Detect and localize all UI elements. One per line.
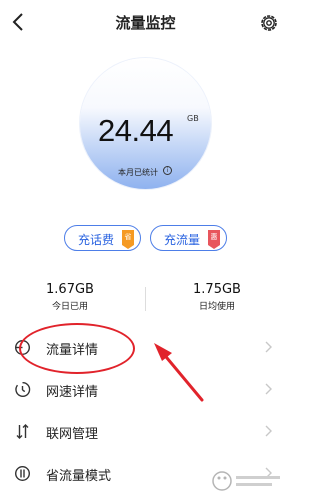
- daily-avg-value: 1.75GB: [193, 282, 241, 297]
- chevron-right-icon: [265, 383, 272, 395]
- save-data-icon: [14, 465, 31, 482]
- gear-icon[interactable]: [259, 13, 279, 33]
- recharge-call-button[interactable]: 充话费 省: [64, 225, 141, 251]
- chevron-right-icon: [265, 425, 272, 437]
- menu-item-label: 省流量模式: [46, 469, 112, 484]
- recharge-call-label: 充话费: [78, 233, 115, 247]
- discount-tag-badge: 惠: [208, 230, 220, 249]
- monthly-usage-value: 24.44: [98, 113, 174, 148]
- info-icon[interactable]: i: [163, 166, 172, 175]
- updown-arrows-icon: [16, 424, 29, 439]
- recharge-data-button[interactable]: 充流量 惠: [150, 225, 227, 251]
- today-usage-label: 今日已用: [51, 302, 88, 312]
- stats-divider: [145, 287, 146, 311]
- today-usage-value: 1.67GB: [46, 282, 94, 297]
- save-tag-badge: 省: [122, 230, 134, 249]
- page-title: 流量监控: [115, 14, 176, 32]
- speed-clock-icon: [15, 381, 31, 397]
- menu-item-network-management[interactable]: 联网管理: [0, 411, 291, 451]
- daily-avg-label: 日均使用: [198, 302, 235, 312]
- chevron-right-icon: [265, 341, 272, 353]
- header-bar: 流量监控: [0, 0, 291, 46]
- red-arrow-annotation: [154, 343, 204, 402]
- watermark-logo: [212, 471, 280, 491]
- menu-item-label: 联网管理: [46, 427, 99, 442]
- menu-item-label: 网速详情: [46, 385, 99, 400]
- monthly-usage-unit: GB: [187, 114, 199, 123]
- monthly-usage-caption: 本月已统计: [118, 168, 158, 177]
- recharge-data-label: 充流量: [164, 233, 201, 247]
- menu-item-speed-details[interactable]: 网速详情: [0, 369, 291, 409]
- highlight-ellipse-annotation: [19, 323, 135, 374]
